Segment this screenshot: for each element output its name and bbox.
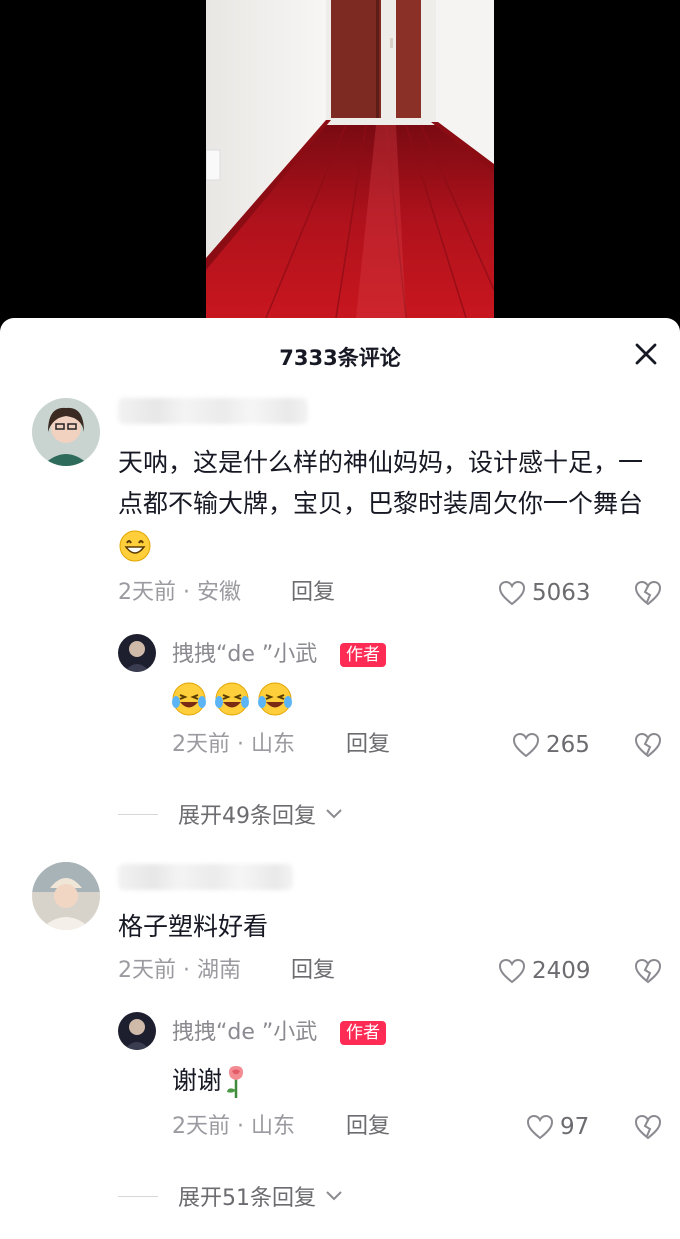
heart-icon: [498, 580, 526, 606]
author-avatar[interactable]: [118, 634, 156, 672]
reply-meta: 2天前 · 山东: [172, 1114, 296, 1139]
broken-heart-icon[interactable]: [634, 579, 662, 607]
heart-icon: [512, 732, 540, 758]
like-count: 5063: [532, 580, 591, 606]
comment-meta: 2天前 · 湖南: [118, 958, 242, 983]
meta-separator: ·: [183, 958, 190, 983]
like-button[interactable]: 97: [526, 1112, 589, 1142]
divider: [118, 1195, 158, 1197]
chevron-down-icon: [326, 1191, 342, 1201]
chevron-down-icon: [326, 809, 342, 819]
hallway-image: [206, 0, 494, 318]
like-button[interactable]: 5063: [498, 578, 591, 608]
reply-button[interactable]: 回复: [346, 1112, 390, 1142]
comments-count-title: 7333条评论: [279, 346, 401, 370]
broken-heart-icon[interactable]: [634, 731, 662, 759]
video-frame: [206, 0, 494, 318]
rose-emoji-icon: [227, 1066, 244, 1098]
broken-heart-icon[interactable]: [634, 957, 662, 985]
grin-emoji-icon: [119, 530, 151, 562]
comment-text: 天呐，这是什么样的神仙妈妈，设计感十足，一点都不输大牌，宝贝，巴黎时装周欠你一个…: [118, 442, 648, 565]
reply-meta: 2天前 · 山东: [172, 732, 296, 757]
close-icon[interactable]: [632, 340, 660, 368]
laugh-cry-emoji-icon: [258, 682, 293, 716]
divider: [118, 813, 158, 815]
blurred-username[interactable]: [118, 398, 308, 424]
like-button[interactable]: 2409: [498, 956, 591, 986]
heart-icon: [498, 958, 526, 984]
reply-button[interactable]: 回复: [291, 578, 335, 608]
reply-button[interactable]: 回复: [291, 956, 335, 986]
blurred-username[interactable]: [118, 864, 293, 890]
avatar[interactable]: [32, 398, 100, 466]
avatar[interactable]: [32, 862, 100, 930]
meta-separator: ·: [237, 1114, 244, 1139]
author-badge: 作者: [340, 643, 386, 667]
like-button[interactable]: 265: [512, 730, 590, 760]
like-count: 265: [546, 732, 590, 758]
broken-heart-icon[interactable]: [634, 1113, 662, 1141]
author-name[interactable]: 拽拽“de ”小武: [172, 1018, 317, 1048]
author-avatar[interactable]: [118, 1012, 156, 1050]
comment-text: 格子塑料好看: [118, 912, 269, 941]
author-name[interactable]: 拽拽“de ”小武: [172, 640, 317, 670]
heart-icon: [526, 1114, 554, 1140]
comment-meta: 2天前 · 安徽: [118, 580, 242, 605]
reply-button[interactable]: 回复: [346, 730, 390, 760]
meta-separator: ·: [237, 732, 244, 757]
reply-text: 谢谢: [172, 1060, 250, 1101]
comments-header: 7333条评论: [0, 318, 680, 396]
author-badge: 作者: [340, 1021, 386, 1045]
like-count: 2409: [532, 958, 591, 984]
expand-replies-button[interactable]: 展开49条回复: [118, 798, 344, 830]
like-count: 97: [560, 1114, 590, 1140]
reply-text: [170, 680, 294, 722]
laugh-cry-emoji-icon: [215, 682, 250, 716]
comments-sheet: 7333条评论 天呐，这是什么样的神仙妈妈，设计感十足，一点都不输大牌，宝贝，巴…: [0, 318, 680, 1239]
expand-replies-button[interactable]: 展开51条回复: [118, 1180, 344, 1212]
laugh-cry-emoji-icon: [172, 682, 206, 716]
video-player[interactable]: [0, 0, 680, 340]
meta-separator: ·: [183, 580, 190, 605]
